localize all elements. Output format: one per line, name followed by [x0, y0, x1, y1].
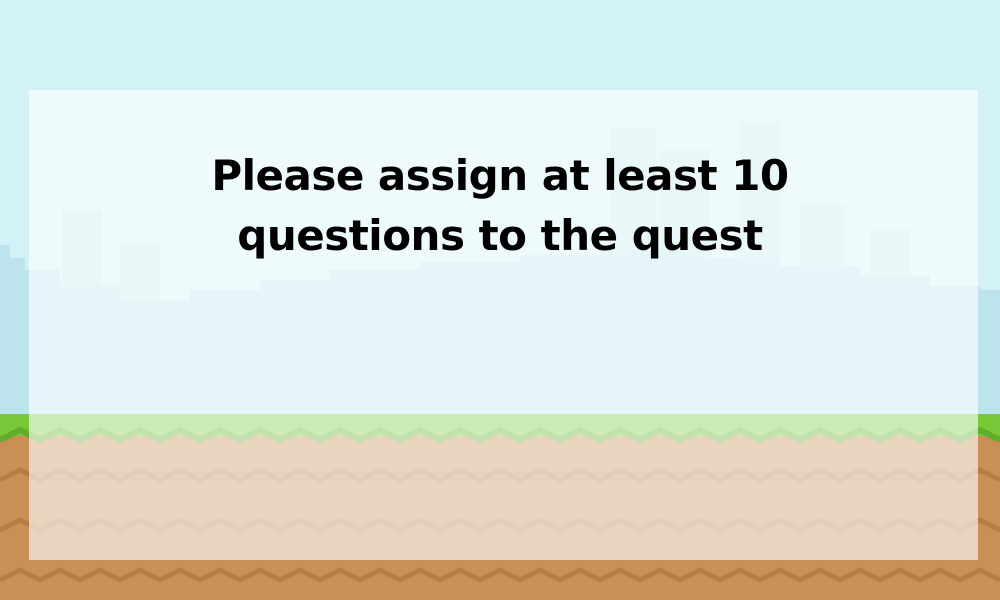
- alert-message: Please assign at least 10 questions to t…: [0, 146, 1000, 266]
- alert-message-line-2: questions to the quest: [237, 211, 763, 260]
- alert-message-line-1: Please assign at least 10: [211, 151, 789, 200]
